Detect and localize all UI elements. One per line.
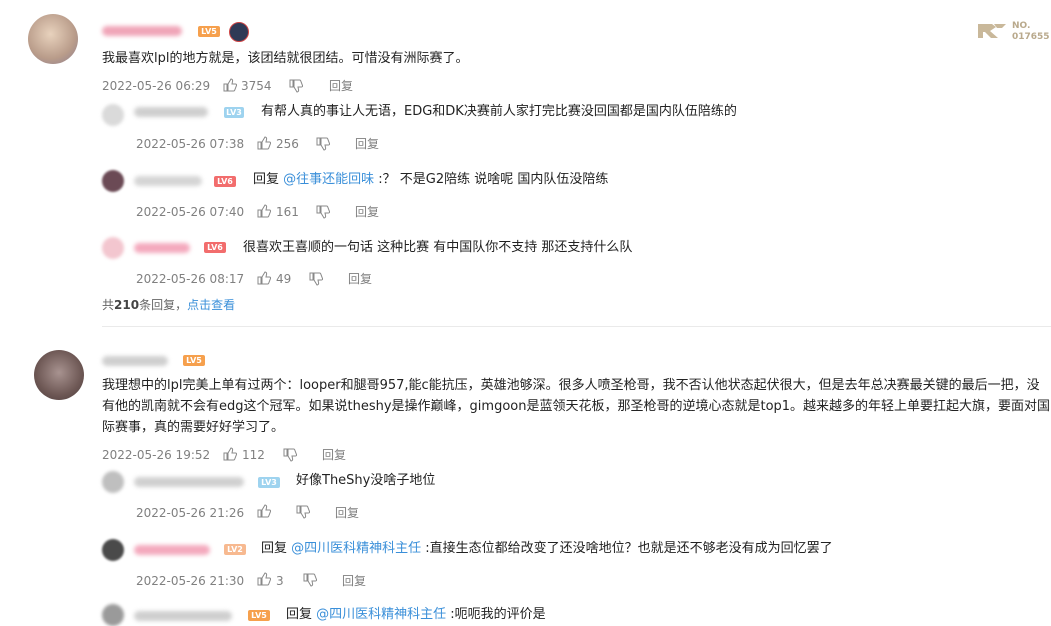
username[interactable] (134, 611, 232, 621)
summary-suffix: 条回复， (139, 298, 188, 312)
summary-count: 210 (114, 298, 140, 312)
dislike-icon[interactable] (316, 205, 330, 219)
dislike-icon[interactable] (283, 448, 297, 462)
mention-link[interactable]: @四川医科精神科主任 (316, 607, 446, 622)
avatar[interactable] (102, 604, 124, 626)
like-count: 112 (242, 448, 265, 462)
mention-link[interactable]: @往事还能回味 (283, 172, 374, 187)
reply-text: 很喜欢王喜顺的一句话 这种比赛 有中国队你不支持 那还支持什么队 (243, 240, 633, 255)
username[interactable] (134, 477, 244, 487)
view-replies-link[interactable]: 点击查看 (187, 298, 235, 312)
level-badge: LV5 (198, 26, 220, 37)
dislike-icon[interactable] (303, 573, 317, 587)
comment-text: 我理想中的lpl完美上单有过两个：looper和腿哥957,能c能抗压，英雄池够… (102, 378, 1051, 435)
username[interactable] (102, 356, 168, 366)
reply-button[interactable]: 回复 (355, 204, 379, 220)
reply-text: 回复 @四川医科精神科主任 :直接生态位都给改变了还没啥地位？也就是还不够老没有… (261, 540, 833, 558)
comment-divider (102, 326, 1051, 327)
avatar[interactable] (102, 104, 124, 126)
like-count: 3754 (241, 79, 272, 93)
summary-prefix: 共 (102, 298, 115, 312)
rng-logo-icon (978, 24, 1006, 38)
reply-summary: 共210条回复，点击查看 (102, 297, 235, 313)
reply-prefix: 回复 (253, 172, 284, 187)
level-badge: LV6 (214, 176, 236, 187)
medal-icon (229, 22, 249, 42)
reply-time: 2022-05-26 08:17 (136, 272, 245, 286)
username[interactable] (134, 107, 208, 117)
reply-prefix: 回复 (286, 607, 317, 622)
reply-button[interactable]: 回复 (322, 447, 346, 463)
like-icon[interactable] (257, 271, 271, 285)
watermark-number: 017655 (1012, 32, 1050, 42)
avatar[interactable] (102, 170, 124, 192)
dislike-icon[interactable] (309, 272, 323, 286)
watermark-no: NO. (1012, 21, 1031, 31)
avatar[interactable] (28, 14, 78, 64)
reply-button[interactable]: 回复 (355, 136, 379, 152)
reply-button[interactable]: 回复 (348, 271, 372, 287)
avatar[interactable] (102, 539, 124, 561)
reply-button[interactable]: 回复 (342, 573, 366, 589)
username[interactable] (134, 176, 202, 186)
like-count: 256 (276, 137, 299, 151)
dislike-icon[interactable] (289, 79, 303, 93)
comment-text: 我最喜欢lpl的地方就是，该团结就很团结。可惜没有洲际赛了。 (102, 51, 469, 66)
like-count: 49 (276, 272, 292, 286)
dislike-icon[interactable] (316, 137, 330, 151)
like-icon[interactable] (257, 136, 271, 150)
reply-time: 2022-05-26 21:30 (136, 574, 245, 588)
reply-body: :直接生态位都给改变了还没啥地位？也就是还不够老没有成为回忆罢了 (421, 541, 833, 556)
like-count: 3 (276, 574, 284, 588)
like-icon[interactable] (223, 78, 237, 92)
username[interactable] (134, 243, 190, 253)
like-icon[interactable] (257, 204, 271, 218)
reply-button[interactable]: 回复 (329, 78, 353, 94)
avatar[interactable] (102, 237, 124, 259)
like-icon[interactable] (257, 504, 271, 518)
reply-text: 有帮人真的事让人无语，EDG和DK决赛前人家打完比赛没回国都是国内队伍陪练的 (261, 104, 737, 119)
reply-body: :？ 不是G2陪练 说啥呢 国内队伍没陪练 (374, 172, 609, 187)
like-count: 161 (276, 205, 299, 219)
level-badge: LV3 (224, 107, 244, 118)
reply-text: 好像TheShy没啥子地位 (296, 473, 436, 488)
like-icon[interactable] (223, 447, 237, 461)
username[interactable] (134, 545, 210, 555)
avatar[interactable] (102, 471, 124, 493)
level-badge: LV2 (224, 544, 246, 555)
comment-time: 2022-05-26 19:52 (102, 448, 211, 462)
reply-text: 回复 @往事还能回味 :？ 不是G2陪练 说啥呢 国内队伍没陪练 (253, 171, 608, 189)
reply-text: 回复 @四川医科精神科主任 :呃呃我的评价是 (286, 606, 546, 624)
dislike-icon[interactable] (296, 505, 310, 519)
comment-time: 2022-05-26 06:29 (102, 79, 211, 93)
mention-link[interactable]: @四川医科精神科主任 (291, 541, 421, 556)
level-badge: LV6 (204, 242, 226, 253)
level-badge: LV3 (258, 477, 280, 488)
reply-time: 2022-05-26 07:40 (136, 205, 245, 219)
watermark-logo (976, 22, 1008, 40)
avatar[interactable] (34, 350, 84, 400)
username[interactable] (102, 26, 182, 36)
reply-time: 2022-05-26 07:38 (136, 137, 245, 151)
reply-button[interactable]: 回复 (335, 505, 359, 521)
reply-time: 2022-05-26 21:26 (136, 506, 245, 520)
like-icon[interactable] (257, 572, 271, 586)
level-badge: LV5 (248, 610, 270, 621)
reply-body: :呃呃我的评价是 (446, 607, 546, 622)
level-badge: LV5 (183, 355, 205, 366)
reply-prefix: 回复 (261, 541, 292, 556)
